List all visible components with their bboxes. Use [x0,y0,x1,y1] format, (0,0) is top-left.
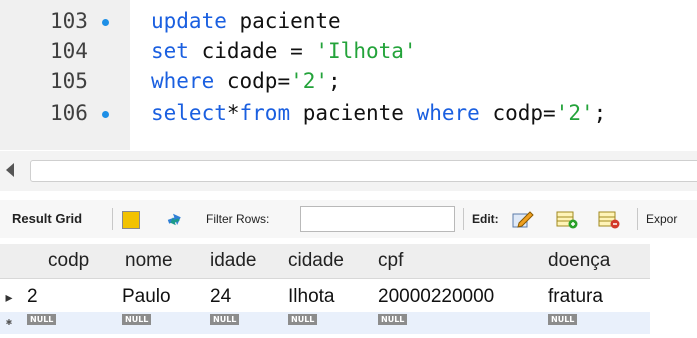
sql-keyword: select [151,101,227,125]
scroll-left-arrow-icon[interactable] [6,163,14,177]
column-header-cidade[interactable]: cidade [288,244,344,278]
code-line[interactable]: 103 update paciente [0,6,697,36]
refresh-arrows-icon[interactable] [166,211,186,227]
sql-keyword: where [416,101,480,125]
sql-token: cidade [201,39,278,63]
insert-row-icon[interactable] [556,209,578,229]
sql-keyword: update [151,9,227,33]
code-line[interactable]: 105 where codp='2'; [0,66,697,96]
scrollbar-thumb[interactable] [30,160,697,182]
result-toolbar: Result Grid Filter Rows: Edit: Expor [0,200,697,238]
cell-nome[interactable]: Paulo [122,282,171,312]
statement-marker-dot-icon [102,111,109,118]
grid-header-row: codp nome idade cidade cpf doença [0,244,650,279]
column-header-codp[interactable]: codp [48,244,89,278]
column-header-nome[interactable]: nome [125,244,173,278]
null-badge[interactable]: NULL [27,314,57,325]
filter-rows-input[interactable] [300,206,455,232]
new-row[interactable]: ✱ NULL NULL NULL NULL NULL NULL [0,312,650,334]
column-header-idade[interactable]: idade [210,244,257,278]
sql-token: * [226,101,240,125]
null-badge[interactable]: NULL [378,314,408,325]
sql-keyword: from [239,101,291,125]
line-number: 105 [50,69,88,93]
code-line[interactable]: 104 set cidade = 'Ilhota' [0,36,697,66]
code-line[interactable]: 106 select*from paciente where codp='2'; [0,98,697,128]
sql-string: 'Ilhota' [315,39,417,63]
sql-token: ; [328,69,341,93]
sql-token: codp [226,69,278,93]
divider [463,208,464,230]
line-number: 103 [50,9,88,33]
result-grid[interactable]: codp nome idade cidade cpf doença ▸ 2 Pa… [0,244,697,338]
code-text[interactable]: update paciente [151,6,341,36]
new-row-marker-icon: ✱ [5,318,13,327]
sql-token: = [277,69,291,93]
horizontal-scrollbar[interactable] [0,151,697,191]
line-number: 106 [50,101,88,125]
null-badge[interactable]: NULL [548,314,578,325]
divider [637,208,638,230]
sql-token: = [543,101,556,125]
cell-idade[interactable]: 24 [210,282,231,312]
code-text[interactable]: select*from paciente where codp='2'; [151,98,606,128]
grid-layout-icon[interactable] [122,211,140,229]
cell-cidade[interactable]: Ilhota [288,282,334,312]
column-header-doenca[interactable]: doença [548,244,610,278]
export-button[interactable]: Expor [646,200,677,238]
sql-string: '2' [555,101,594,125]
sql-token: paciente [239,9,341,33]
statement-marker-dot-icon [102,19,109,26]
column-header-cpf[interactable]: cpf [378,244,403,278]
null-badge[interactable]: NULL [210,314,240,325]
sql-editor[interactable]: 103 update paciente 104 set cidade = 'Ilhot… [0,0,697,150]
null-badge[interactable]: NULL [122,314,152,325]
code-text[interactable]: where codp='2'; [151,66,341,96]
edit-cell-pencil-icon[interactable] [512,209,534,229]
divider [112,208,113,230]
null-badge[interactable]: NULL [288,314,318,325]
sql-token: paciente [302,101,404,125]
edit-label: Edit: [472,212,499,226]
sql-token: codp [492,101,544,125]
sql-keyword: where [151,69,215,93]
delete-row-icon[interactable] [598,209,620,229]
filter-rows-label: Filter Rows: [206,212,270,226]
sql-keyword: set [151,39,189,63]
line-number: 104 [50,39,88,63]
table-row[interactable]: ▸ 2 Paulo 24 Ilhota 20000220000 fratura [0,282,650,312]
cell-doenca[interactable]: fratura [548,282,603,312]
result-grid-tab[interactable]: Result Grid [12,200,82,238]
cell-codp[interactable]: 2 [27,282,38,312]
code-text[interactable]: set cidade = 'Ilhota' [151,36,417,66]
sql-string: '2' [290,69,329,93]
cell-cpf[interactable]: 20000220000 [378,282,494,312]
current-row-marker-icon: ▸ [5,289,13,305]
sql-token: = [277,39,316,63]
sql-token: ; [593,101,607,125]
